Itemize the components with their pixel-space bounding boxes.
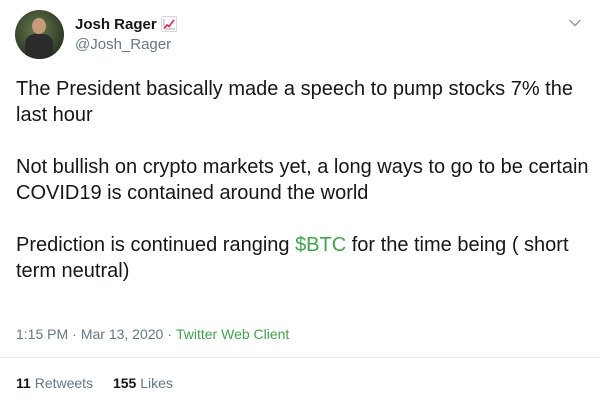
divider	[0, 357, 600, 358]
tweet-source-link[interactable]: Twitter Web Client	[176, 326, 289, 342]
tweet-paragraph: Not bullish on crypto markets yet, a lon…	[16, 156, 589, 204]
tweet-paragraph: The President basically made a speech to…	[16, 78, 573, 126]
avatar[interactable]	[15, 10, 64, 59]
tweet-stats: 11 Retweets 155 Likes	[16, 375, 189, 391]
author-name-row: Josh Rager	[75, 14, 177, 34]
avatar-body	[25, 34, 53, 59]
chart-increasing-icon	[160, 16, 177, 32]
tweet-text-segment: Prediction is continued ranging	[16, 234, 296, 256]
likes-label: Likes	[140, 375, 173, 391]
retweets-count: 11	[16, 375, 31, 391]
meta-separator: ·	[167, 326, 172, 342]
likes-count: 155	[112, 375, 137, 391]
meta-separator: ·	[72, 326, 77, 342]
tweet-time[interactable]: 1:15 PM	[16, 326, 68, 342]
chevron-down-icon[interactable]	[568, 16, 582, 30]
tweet-text: The President basically made a speech to…	[16, 76, 591, 284]
author-handle[interactable]: @Josh_Rager	[75, 36, 171, 53]
tweet-meta: 1:15 PM · Mar 13, 2020 · Twitter Web Client	[16, 326, 289, 342]
retweets-label: Retweets	[34, 375, 94, 391]
author-display-name[interactable]: Josh Rager	[75, 16, 157, 33]
tweet-date[interactable]: Mar 13, 2020	[81, 326, 164, 342]
tweet-card: Josh Rager @Josh_Rager The President bas…	[0, 0, 600, 409]
tweet-paragraph: Prediction is continued ranging $BTC for…	[16, 232, 591, 284]
avatar-head	[32, 18, 46, 34]
cashtag-link[interactable]: $BTC	[295, 234, 346, 256]
retweets-stat[interactable]: 11 Retweets	[16, 375, 93, 391]
likes-stat[interactable]: 155 Likes	[113, 375, 173, 391]
